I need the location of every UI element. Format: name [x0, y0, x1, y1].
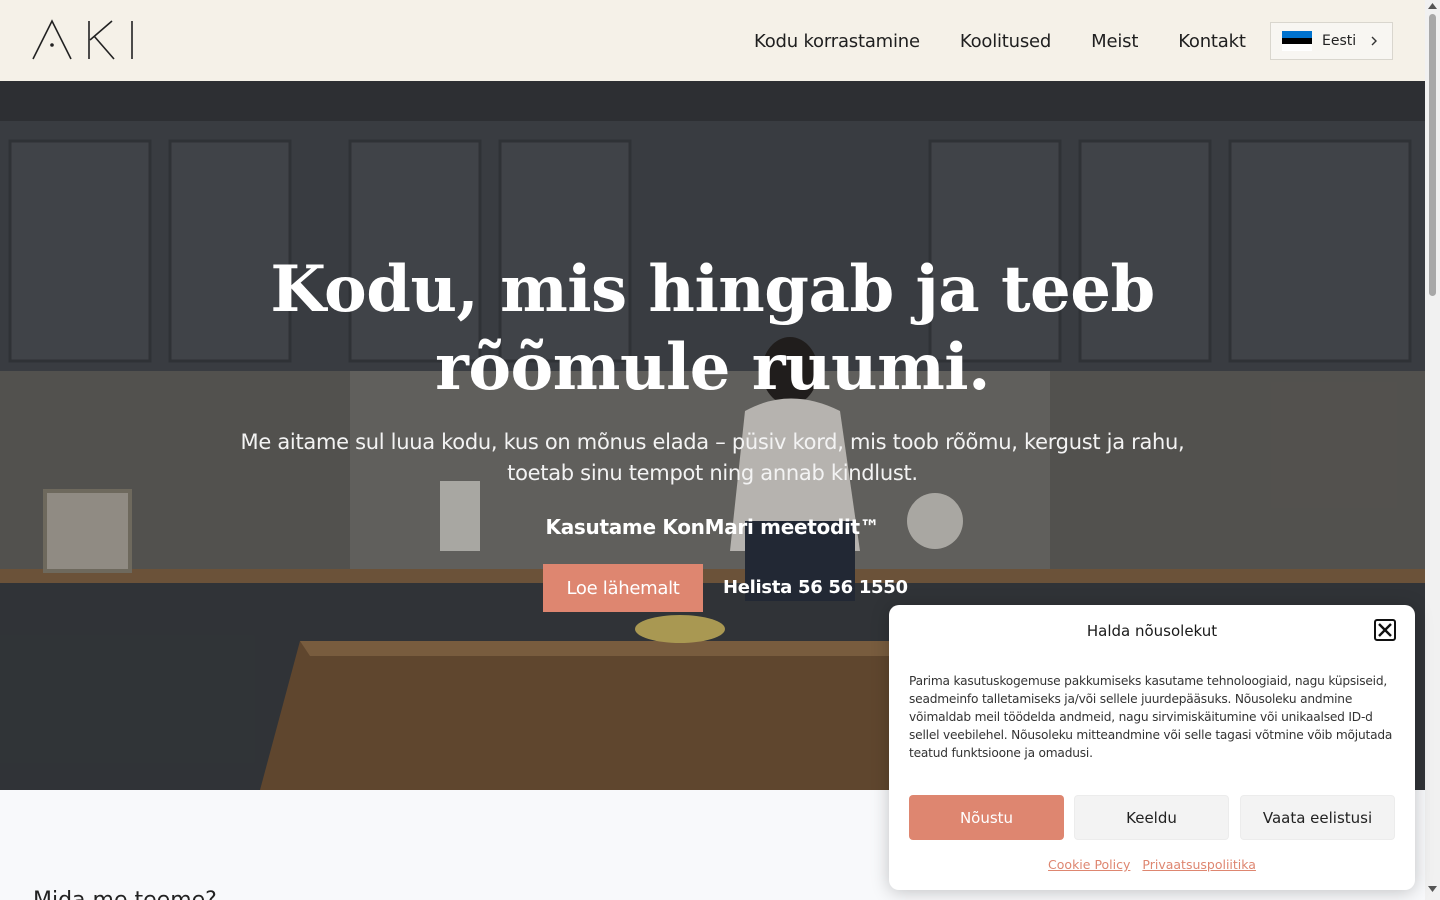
close-icon[interactable] [1374, 619, 1396, 641]
language-switcher[interactable]: Eesti [1270, 22, 1393, 60]
consent-text: Parima kasutuskogemuse pakkumiseks kasut… [909, 674, 1393, 760]
main-nav: Kodu korrastamine Koolitused Meist Konta… [754, 31, 1286, 52]
hero-subtitle: Me aitame sul luua kodu, kus on mõnus el… [240, 430, 1185, 485]
cookie-consent-dialog: Halda nõusolekut Parima kasutuskogemuse … [889, 605, 1415, 890]
aki-logo[interactable] [32, 18, 136, 62]
konmari-method-text: Kasutame KonMari meetodit™ [545, 515, 880, 539]
privacy-policy-link[interactable]: Privaatsuspoliitika [1142, 857, 1256, 872]
nav-koolitused[interactable]: Koolitused [960, 31, 1051, 52]
accept-button[interactable]: Nõustu [909, 795, 1064, 840]
call-link[interactable]: Helista 56 56 1550 [723, 577, 908, 598]
section-heading: Mida me teeme? [33, 888, 217, 900]
nav-kontakt[interactable]: Kontakt [1178, 31, 1246, 52]
read-more-button[interactable]: Loe lähemalt [543, 564, 703, 612]
preferences-button[interactable]: Vaata eelistusi [1240, 795, 1395, 840]
phone-number: 56 56 1550 [797, 577, 908, 598]
scrollbar-thumb[interactable] [1429, 14, 1436, 296]
chevron-right-icon [1371, 36, 1377, 46]
cookie-policy-link[interactable]: Cookie Policy [1048, 857, 1130, 872]
nav-meist[interactable]: Meist [1091, 31, 1138, 52]
scroll-down-icon[interactable] [1428, 886, 1437, 892]
nav-kodu-korrastamine[interactable]: Kodu korrastamine [754, 31, 920, 52]
consent-title: Halda nõusolekut [1086, 622, 1218, 640]
call-label: Helista [723, 577, 792, 598]
consent-links: Cookie Policy Privaatsuspoliitika [889, 857, 1415, 872]
estonian-flag-icon [1282, 31, 1312, 52]
scroll-up-icon[interactable] [1428, 3, 1437, 9]
deny-button[interactable]: Keeldu [1074, 795, 1229, 840]
hero-title: Kodu, mis hingab ja teeb rõõmule ruumi. [270, 252, 1155, 405]
site-header: Kodu korrastamine Koolitused Meist Konta… [0, 0, 1425, 81]
language-label: Eesti [1322, 33, 1357, 49]
